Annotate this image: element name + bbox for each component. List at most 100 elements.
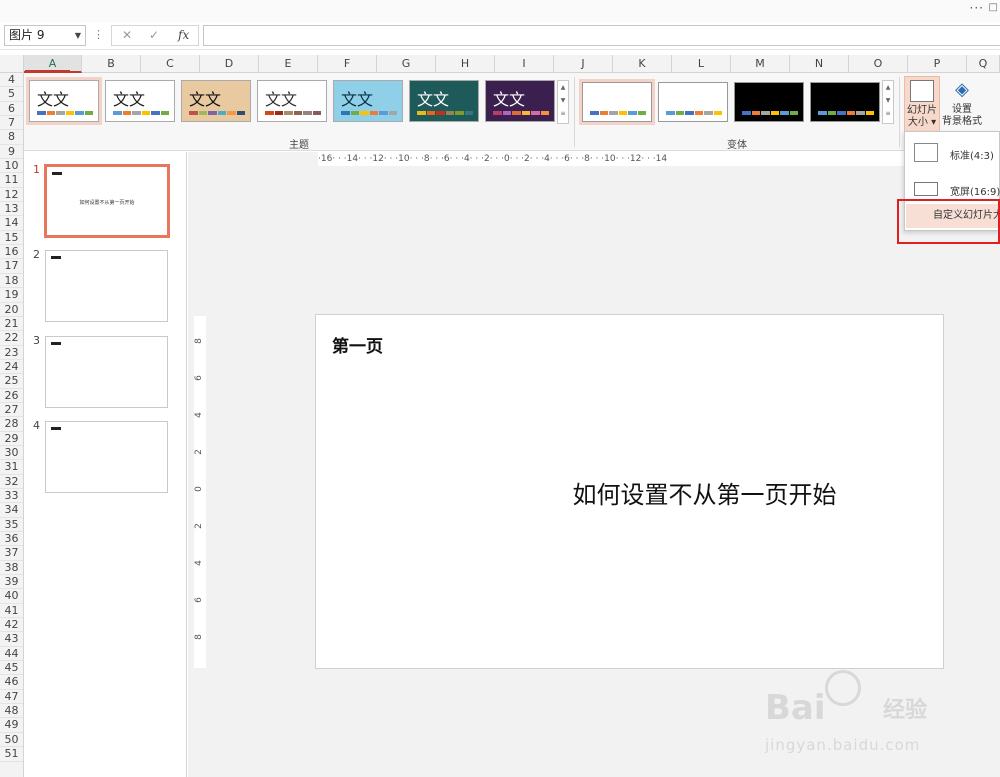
theme-thumbnail[interactable]: 文文 <box>409 80 479 122</box>
row-header[interactable]: 27 <box>0 403 23 418</box>
slide-thumbnail-2[interactable] <box>45 250 168 322</box>
slide-thumbnail-3[interactable] <box>45 336 168 408</box>
row-header[interactable]: 38 <box>0 561 23 576</box>
row-header[interactable]: 47 <box>0 690 23 705</box>
row-header[interactable]: 44 <box>0 647 23 662</box>
row-header[interactable]: 5 <box>0 87 23 102</box>
column-header-e[interactable]: E <box>259 55 318 73</box>
slide-size-button[interactable]: 幻灯片 大小 ▾ <box>904 76 940 132</box>
column-header-h[interactable]: H <box>436 55 495 73</box>
variant-thumbnail[interactable] <box>658 82 728 122</box>
column-header-o[interactable]: O <box>849 55 908 73</box>
chevron-down-icon[interactable]: ▼ <box>75 26 81 45</box>
row-header[interactable]: 19 <box>0 288 23 303</box>
slide-body-text[interactable]: 如何设置不从第一页开始 <box>316 475 943 510</box>
column-header-d[interactable]: D <box>200 55 259 73</box>
row-header[interactable]: 48 <box>0 704 23 719</box>
select-all-corner[interactable] <box>0 55 24 73</box>
name-box-value: 图片 9 <box>9 28 45 42</box>
theme-thumbnail[interactable]: 文文 <box>333 80 403 122</box>
row-header[interactable]: 22 <box>0 331 23 346</box>
slide-title[interactable]: 第一页 <box>332 332 383 357</box>
more-icon[interactable]: ··· <box>970 1 984 15</box>
row-header[interactable]: 32 <box>0 475 23 489</box>
vertical-ruler: 8 6 4 2 0 2 4 6 8 <box>194 316 206 668</box>
slide-thumbnail-4[interactable] <box>45 421 168 493</box>
row-header[interactable]: 42 <box>0 618 23 633</box>
row-header[interactable]: 17 <box>0 259 23 274</box>
row-header[interactable]: 9 <box>0 145 23 160</box>
row-header[interactable]: 28 <box>0 417 23 432</box>
slide-size-label-2: 大小 ▾ <box>907 117 937 128</box>
row-header[interactable]: 34 <box>0 503 23 518</box>
row-header[interactable]: 41 <box>0 604 23 619</box>
row-header[interactable]: 30 <box>0 446 23 461</box>
row-header[interactable]: 49 <box>0 718 23 733</box>
row-header[interactable]: 11 <box>0 173 23 188</box>
row-header[interactable]: 23 <box>0 346 23 360</box>
row-header[interactable]: 21 <box>0 317 23 332</box>
row-header[interactable]: 26 <box>0 389 23 403</box>
column-header-m[interactable]: M <box>731 55 790 73</box>
formula-input[interactable] <box>203 25 1000 46</box>
row-header[interactable]: 13 <box>0 202 23 217</box>
column-header-l[interactable]: L <box>672 55 731 73</box>
group-separator <box>574 77 575 147</box>
column-header-p[interactable]: P <box>908 55 967 73</box>
confirm-icon[interactable]: ✓ <box>149 28 159 42</box>
row-header[interactable]: 6 <box>0 102 23 117</box>
variant-thumbnail[interactable] <box>734 82 804 122</box>
insert-function-icon[interactable]: fx <box>178 28 189 42</box>
themes-gallery-scroll[interactable]: ▲ ▼ ≡ <box>557 80 569 124</box>
format-background-button[interactable]: ◈ 设置 背景格式 <box>941 76 983 132</box>
column-header-k[interactable]: K <box>613 55 672 73</box>
row-header[interactable]: 45 <box>0 661 23 676</box>
column-header-i[interactable]: I <box>495 55 554 73</box>
row-header[interactable]: 15 <box>0 231 23 246</box>
row-header[interactable]: 50 <box>0 733 23 748</box>
row-header[interactable]: 43 <box>0 632 23 647</box>
column-header-n[interactable]: N <box>790 55 849 73</box>
theme-thumbnail[interactable]: 文文 <box>26 77 102 125</box>
row-header[interactable]: 36 <box>0 532 23 547</box>
row-header[interactable]: 10 <box>0 159 23 174</box>
column-header-b[interactable]: B <box>82 55 141 73</box>
theme-thumbnail[interactable]: 文文 <box>485 80 555 122</box>
row-header[interactable]: 7 <box>0 116 23 131</box>
cancel-icon[interactable]: ✕ <box>122 28 132 42</box>
row-header[interactable]: 40 <box>0 589 23 604</box>
column-header-c[interactable]: C <box>141 55 200 73</box>
column-header-j[interactable]: J <box>554 55 613 73</box>
row-header[interactable]: 14 <box>0 216 23 231</box>
row-header[interactable]: 18 <box>0 274 23 289</box>
row-header[interactable]: 51 <box>0 747 23 762</box>
row-header[interactable]: 16 <box>0 245 23 260</box>
theme-thumbnail[interactable]: 文文 <box>105 80 175 122</box>
row-header[interactable]: 37 <box>0 546 23 561</box>
row-header[interactable]: 29 <box>0 432 23 446</box>
row-header[interactable]: 46 <box>0 675 23 690</box>
variant-thumbnail[interactable] <box>810 82 880 122</box>
row-header[interactable]: 25 <box>0 374 23 389</box>
slide-thumbnail-1[interactable]: 如何设置不从第一页开始 <box>44 164 170 238</box>
row-header[interactable]: 39 <box>0 575 23 590</box>
column-header-g[interactable]: G <box>377 55 436 73</box>
theme-thumbnail[interactable]: 文文 <box>181 80 251 122</box>
row-header[interactable]: 31 <box>0 460 23 475</box>
row-header[interactable]: 20 <box>0 303 23 317</box>
row-header[interactable]: 35 <box>0 518 23 532</box>
variants-gallery-scroll[interactable]: ▲ ▼ ≡ <box>882 80 894 124</box>
column-header-q[interactable]: Q <box>967 55 1000 73</box>
name-box[interactable]: 图片 9 ▼ <box>4 25 86 46</box>
row-header[interactable]: 4 <box>0 73 23 88</box>
column-header-f[interactable]: F <box>318 55 377 73</box>
drag-handle-icon[interactable]: ⋮ <box>93 28 104 41</box>
theme-thumbnail[interactable]: 文文 <box>257 80 327 122</box>
variant-thumbnail[interactable] <box>579 79 655 125</box>
menu-item-standard[interactable]: 标准(4:3) <box>905 137 1000 171</box>
slide-canvas[interactable]: 第一页 如何设置不从第一页开始 <box>315 314 944 669</box>
row-header[interactable]: 12 <box>0 188 23 203</box>
row-header[interactable]: 24 <box>0 360 23 375</box>
row-header[interactable]: 33 <box>0 489 23 504</box>
row-header[interactable]: 8 <box>0 130 23 145</box>
